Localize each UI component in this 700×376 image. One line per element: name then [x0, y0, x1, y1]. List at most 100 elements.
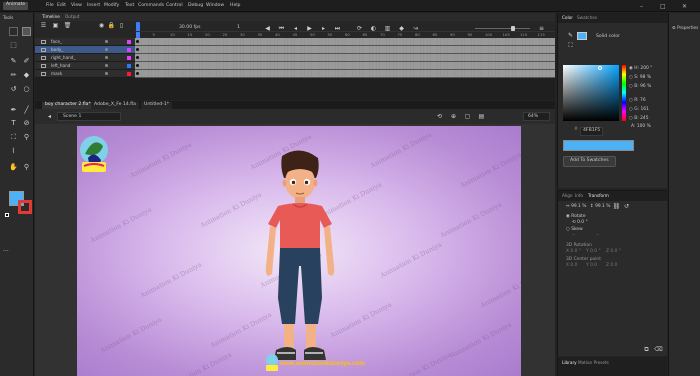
layer-frames[interactable]	[135, 54, 555, 62]
remove-transform-icon[interactable]: ⌫	[654, 345, 663, 354]
menu-edit[interactable]: Edit	[57, 3, 66, 9]
eraser-tool-icon[interactable]: ◆	[22, 71, 31, 80]
brush-tool-icon[interactable]: ✐	[22, 57, 31, 66]
layer-outline-color[interactable]	[127, 64, 131, 68]
keyframe-dot[interactable]	[136, 48, 139, 51]
tab-motion-presets[interactable]: Motion Presets	[578, 360, 609, 365]
blue-label[interactable]: ○ B: 245	[629, 116, 649, 121]
rotation3d-y[interactable]: Y 0.0 °	[586, 249, 601, 254]
tab-info[interactable]: Info	[575, 193, 583, 198]
line-tool-icon[interactable]: ╱	[22, 106, 31, 115]
lock-icon[interactable]: 🔒	[107, 21, 116, 30]
layer-outline-color[interactable]	[127, 56, 131, 60]
pen-tool-icon[interactable]: ✒	[9, 106, 18, 115]
stage-canvas[interactable]: Animation Ki Duniya Animation Ki Duniya An…	[77, 126, 521, 376]
hand-tool-icon[interactable]: ✋	[9, 163, 18, 172]
skew-radio[interactable]: ○ Skew	[566, 227, 583, 232]
saturation-label[interactable]: ○ S: 98 %	[629, 75, 651, 80]
width-tool-icon[interactable]: ⌇	[9, 147, 18, 156]
layer-outline-color[interactable]	[127, 48, 131, 52]
fill-bucket-icon[interactable]: ⛶	[566, 41, 575, 50]
paint-brush-tool-icon[interactable]: ✏	[9, 71, 18, 80]
scale-height-field[interactable]: ↕ 99.1 %	[590, 204, 610, 209]
outline-icon[interactable]: ▯	[117, 21, 126, 30]
layer-frames[interactable]	[135, 70, 555, 78]
rotate-field[interactable]: ⟲ 0.0 °	[572, 220, 588, 225]
layer-outline-color[interactable]	[127, 40, 131, 44]
layer-row[interactable]: body_	[35, 46, 135, 54]
green-label[interactable]: ○ G: 161	[629, 107, 649, 112]
layer-visibility-dot[interactable]	[105, 72, 108, 75]
tab-color[interactable]: Color	[562, 15, 573, 20]
alpha-label[interactable]: A: 100 %	[631, 124, 651, 129]
layer-visibility-dot[interactable]	[105, 56, 108, 59]
boy-character[interactable]	[260, 148, 340, 374]
selection-tool-icon[interactable]	[9, 27, 18, 36]
zoom-dropdown[interactable]: 64%	[523, 112, 550, 121]
layer-row[interactable]: left_hand	[35, 62, 135, 70]
subselection-tool-icon[interactable]	[22, 27, 31, 36]
center3d-y[interactable]: Y 0.0	[586, 263, 597, 268]
keyframe-dot[interactable]	[136, 64, 139, 67]
layer-row[interactable]: mask	[35, 70, 135, 78]
pencil-tool-icon[interactable]: ✎	[9, 57, 18, 66]
frame-zoom-slider[interactable]	[475, 28, 530, 29]
menu-control[interactable]: Control	[166, 3, 183, 9]
red-label[interactable]: ○ R: 76	[629, 98, 646, 103]
brightness-label[interactable]: ○ B: 96 %	[629, 84, 651, 89]
rotate-radio[interactable]: ◉ Rotate	[566, 214, 586, 219]
hue-slider[interactable]	[622, 65, 626, 121]
shape-tool-icon[interactable]: ○	[22, 85, 31, 94]
fill-type-dropdown[interactable]: Solid color	[596, 34, 620, 40]
new-layer-icon[interactable]: ▣	[51, 21, 60, 30]
bone-tool-icon[interactable]: ⊘	[22, 119, 31, 128]
menu-modify[interactable]: Modify	[104, 3, 119, 9]
eye-icon[interactable]: ◉	[97, 21, 106, 30]
maximize-icon[interactable]: □	[660, 3, 666, 10]
layer-row[interactable]: right_hand_	[35, 54, 135, 62]
layer-visibility-dot[interactable]	[105, 40, 108, 43]
keyframe-dot[interactable]	[136, 56, 139, 59]
center-stage-icon[interactable]: ⊕	[449, 112, 458, 121]
center3d-z[interactable]: Z 0.0	[606, 263, 617, 268]
skew-field-1[interactable]: --	[572, 233, 575, 238]
saturation-brightness-picker[interactable]	[563, 65, 619, 121]
layer-frames[interactable]	[135, 46, 555, 54]
rotate-stage-icon[interactable]: ⟲	[435, 112, 444, 121]
tab-swatches[interactable]: Swatches	[577, 15, 597, 20]
menu-file[interactable]: File	[46, 3, 54, 9]
keyframe-dot[interactable]	[136, 72, 139, 75]
fps-value[interactable]: 30.00 fps	[179, 25, 201, 31]
lasso-tool-icon[interactable]: ↺	[9, 85, 18, 94]
keyframe-dot[interactable]	[136, 40, 139, 43]
doc-tab-active[interactable]: boy character 2.fla*	[42, 102, 94, 109]
layer-visibility-dot[interactable]	[105, 48, 108, 51]
free-transform-tool-icon[interactable]: ⬚	[9, 41, 18, 50]
eyedropper-tool-icon[interactable]: ⚲	[22, 133, 31, 142]
clip-content-icon[interactable]: ▢	[463, 112, 472, 121]
menu-text[interactable]: Text	[125, 3, 134, 9]
menu-insert[interactable]: Insert	[87, 3, 100, 9]
hex-input[interactable]: 4FB1F5	[580, 127, 604, 136]
minimize-icon[interactable]: –	[640, 3, 643, 10]
rotation3d-z[interactable]: Z 0.0 °	[606, 249, 621, 254]
rotation3d-x[interactable]: X 0.0 °	[566, 249, 581, 254]
stroke-pencil-icon[interactable]: ✎	[566, 31, 575, 40]
close-icon[interactable]: ✕	[682, 3, 687, 10]
app-switcher-button[interactable]: Animate	[3, 2, 29, 10]
reset-scale-icon[interactable]: ↺	[622, 202, 631, 211]
scene-selector[interactable]: Scene 1	[57, 112, 121, 121]
doc-tab[interactable]: Untitled-1*	[141, 102, 173, 109]
duplicate-transform-icon[interactable]: ⧉	[642, 345, 651, 354]
add-to-swatches-button[interactable]: Add To Swatches	[563, 156, 616, 167]
text-tool-icon[interactable]: T	[9, 119, 18, 128]
menu-view[interactable]: View	[71, 3, 82, 9]
tab-timeline[interactable]: Timeline	[42, 14, 60, 19]
menu-debug[interactable]: Debug	[188, 3, 203, 9]
back-arrow-icon[interactable]: ◂	[45, 112, 54, 121]
more-tools-icon[interactable]: ···	[3, 249, 9, 255]
show-all-layers-icon[interactable]: ☰	[39, 21, 48, 30]
layer-frames[interactable]	[135, 38, 555, 46]
picker-handle[interactable]	[598, 66, 602, 70]
default-colors-icon[interactable]	[5, 213, 9, 217]
